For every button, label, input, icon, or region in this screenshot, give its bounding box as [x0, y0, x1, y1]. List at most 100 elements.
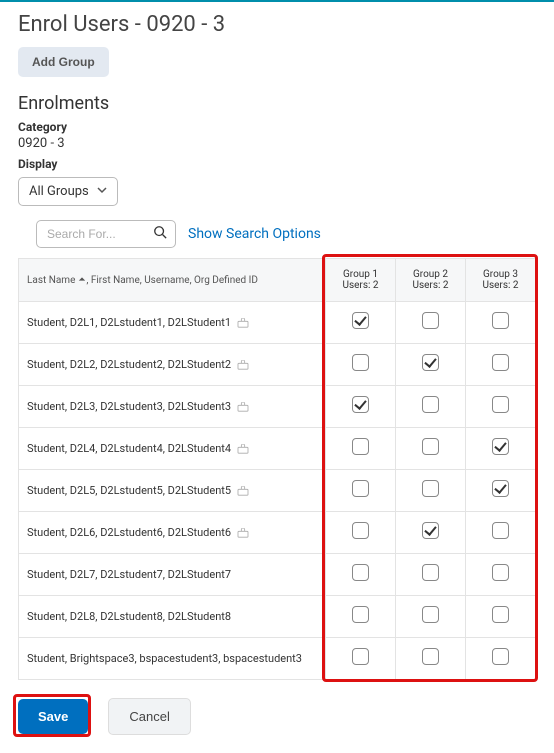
enrolments-heading: Enrolments [18, 93, 536, 114]
group-checkbox-cell [466, 554, 536, 596]
column-header-name-rest: , First Name, Username, Org Defined ID [86, 275, 258, 286]
group-membership-checkbox[interactable] [352, 312, 369, 329]
table-row: Student, D2L8, D2Lstudent8, D2LStudent8 [19, 596, 536, 638]
display-select[interactable]: All Groups [18, 177, 118, 206]
user-name-cell: Student, D2L3, D2Lstudent3, D2LStudent3 [19, 386, 326, 428]
display-label: Display [18, 157, 536, 171]
column-header-group-2[interactable]: Group 2Users: 2 [396, 259, 466, 302]
group-membership-checkbox[interactable] [422, 312, 439, 329]
group-membership-checkbox[interactable] [352, 606, 369, 623]
group-membership-checkbox[interactable] [422, 396, 439, 413]
group-membership-checkbox[interactable] [422, 648, 439, 665]
group-membership-checkbox[interactable] [422, 480, 439, 497]
group-membership-checkbox[interactable] [492, 312, 509, 329]
group-checkbox-cell [326, 386, 396, 428]
group-membership-checkbox[interactable] [492, 522, 509, 539]
cancel-button[interactable]: Cancel [108, 698, 190, 735]
search-input[interactable] [45, 226, 153, 242]
group-header-title: Group 3 [474, 269, 527, 280]
table-row: Student, D2L1, D2Lstudent1, D2LStudent1 [19, 302, 536, 344]
search-input-wrap[interactable] [36, 220, 176, 248]
group-membership-checkbox[interactable] [422, 522, 439, 539]
group-membership-checkbox[interactable] [492, 648, 509, 665]
user-name-cell: Student, D2L6, D2Lstudent6, D2LStudent6 [19, 512, 326, 554]
user-presence-icon [237, 358, 249, 371]
group-checkbox-cell [326, 512, 396, 554]
group-header-title: Group 2 [404, 269, 457, 280]
user-name-cell: Student, D2L7, D2Lstudent7, D2LStudent7 [19, 554, 326, 596]
group-membership-checkbox[interactable] [492, 606, 509, 623]
user-presence-icon [237, 316, 249, 329]
enrolment-table: Last Name , First Name, Username, Org De… [18, 258, 536, 680]
group-checkbox-cell [396, 554, 466, 596]
user-presence-icon [237, 526, 249, 539]
group-membership-checkbox[interactable] [422, 438, 439, 455]
group-checkbox-cell [396, 428, 466, 470]
group-checkbox-cell [466, 596, 536, 638]
group-header-users: Users: 2 [474, 280, 527, 291]
display-select-value: All Groups [29, 184, 89, 199]
table-row: Student, D2L3, D2Lstudent3, D2LStudent3 [19, 386, 536, 428]
group-membership-checkbox[interactable] [492, 564, 509, 581]
group-checkbox-cell [466, 344, 536, 386]
group-membership-checkbox[interactable] [352, 522, 369, 539]
group-checkbox-cell [396, 596, 466, 638]
table-row: Student, D2L4, D2Lstudent4, D2LStudent4 [19, 428, 536, 470]
group-membership-checkbox[interactable] [352, 354, 369, 371]
save-button[interactable]: Save [18, 699, 88, 734]
group-checkbox-cell [326, 302, 396, 344]
group-membership-checkbox[interactable] [422, 564, 439, 581]
table-row: Student, D2L7, D2Lstudent7, D2LStudent7 [19, 554, 536, 596]
group-header-users: Users: 2 [404, 280, 457, 291]
group-checkbox-cell [396, 344, 466, 386]
column-header-name[interactable]: Last Name , First Name, Username, Org De… [19, 259, 326, 302]
group-membership-checkbox[interactable] [352, 480, 369, 497]
group-checkbox-cell [326, 554, 396, 596]
user-presence-icon [237, 400, 249, 413]
user-name-cell: Student, D2L1, D2Lstudent1, D2LStudent1 [19, 302, 326, 344]
group-checkbox-cell [326, 596, 396, 638]
sort-column-label: Last Name [27, 275, 75, 286]
user-name-cell: Student, D2L5, D2Lstudent5, D2LStudent5 [19, 470, 326, 512]
show-search-options-link[interactable]: Show Search Options [188, 226, 321, 242]
group-header-users: Users: 2 [334, 280, 387, 291]
column-header-group-1[interactable]: Group 1Users: 2 [326, 259, 396, 302]
group-checkbox-cell [396, 638, 466, 680]
group-membership-checkbox[interactable] [422, 354, 439, 371]
user-name-cell: Student, D2L8, D2Lstudent8, D2LStudent8 [19, 596, 326, 638]
group-membership-checkbox[interactable] [352, 438, 369, 455]
group-membership-checkbox[interactable] [352, 396, 369, 413]
group-membership-checkbox[interactable] [492, 354, 509, 371]
user-name-cell: Student, Brightspace3, bspacestudent3, b… [19, 638, 326, 680]
group-checkbox-cell [326, 344, 396, 386]
group-membership-checkbox[interactable] [492, 396, 509, 413]
search-icon[interactable] [153, 225, 167, 243]
group-checkbox-cell [396, 470, 466, 512]
group-checkbox-cell [396, 302, 466, 344]
group-checkbox-cell [326, 470, 396, 512]
group-membership-checkbox[interactable] [492, 438, 509, 455]
group-membership-checkbox[interactable] [422, 606, 439, 623]
add-group-button[interactable]: Add Group [18, 47, 109, 77]
table-row: Student, Brightspace3, bspacestudent3, b… [19, 638, 536, 680]
group-header-title: Group 1 [334, 269, 387, 280]
page-title: Enrol Users - 0920 - 3 [18, 12, 536, 37]
group-checkbox-cell [396, 512, 466, 554]
table-row: Student, D2L6, D2Lstudent6, D2LStudent6 [19, 512, 536, 554]
group-checkbox-cell [466, 428, 536, 470]
group-membership-checkbox[interactable] [352, 648, 369, 665]
group-checkbox-cell [466, 638, 536, 680]
user-presence-icon [237, 442, 249, 455]
user-name-cell: Student, D2L2, D2Lstudent2, D2LStudent2 [19, 344, 326, 386]
group-checkbox-cell [466, 302, 536, 344]
group-checkbox-cell [466, 386, 536, 428]
group-checkbox-cell [466, 512, 536, 554]
category-label: Category [18, 120, 536, 134]
group-checkbox-cell [326, 428, 396, 470]
group-checkbox-cell [396, 386, 466, 428]
category-value: 0920 - 3 [18, 136, 536, 151]
user-name-cell: Student, D2L4, D2Lstudent4, D2LStudent4 [19, 428, 326, 470]
column-header-group-3[interactable]: Group 3Users: 2 [466, 259, 536, 302]
group-membership-checkbox[interactable] [492, 480, 509, 497]
group-membership-checkbox[interactable] [352, 564, 369, 581]
